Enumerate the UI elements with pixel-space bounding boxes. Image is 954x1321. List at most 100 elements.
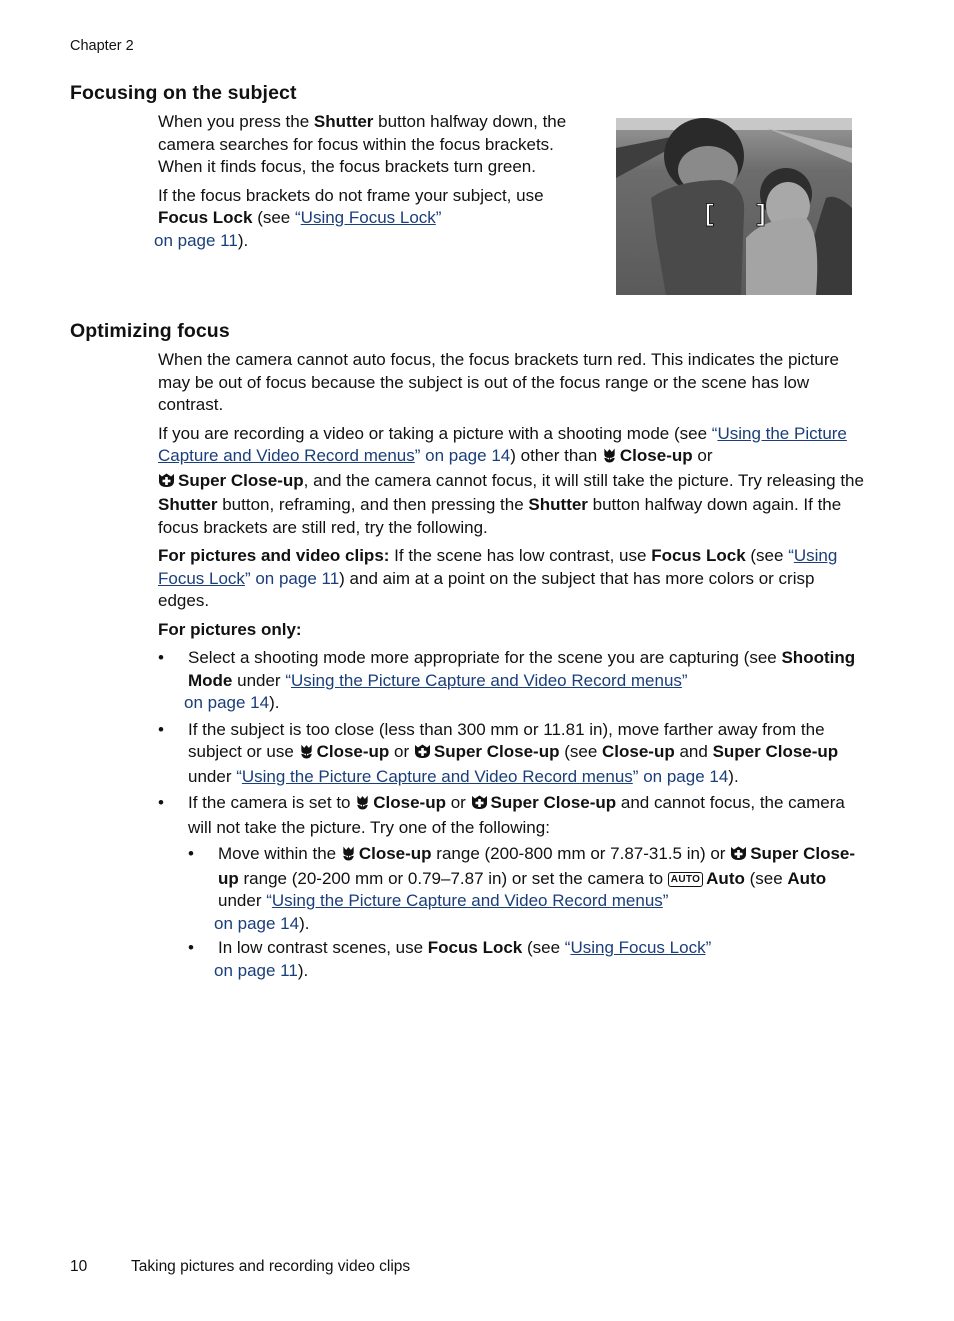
- section-heading-focusing: Focusing on the subject: [70, 82, 297, 104]
- close-up-term: Close-up: [373, 793, 446, 812]
- text: Select a shooting mode more appropriate …: [188, 648, 782, 667]
- focus-bracket-left: [: [702, 202, 716, 229]
- link-page: on page 11: [250, 568, 340, 588]
- paragraph: When the camera cannot auto focus, the f…: [158, 350, 839, 414]
- houses-background: [616, 118, 852, 130]
- quote: ”: [705, 938, 712, 957]
- super-close-up-term: Super Close-up: [490, 793, 617, 812]
- paragraph: For pictures and video clips: If the sce…: [158, 545, 870, 613]
- text: ).: [728, 766, 739, 786]
- super-close-up-term: Super Close-up: [178, 470, 304, 490]
- focus-lock-term: Focus Lock: [651, 546, 746, 565]
- boy-left-shirt: [651, 180, 745, 295]
- text: In low contrast scenes, use: [218, 938, 428, 957]
- text: Move within the: [218, 844, 341, 863]
- text: When you press the: [158, 112, 314, 131]
- boy-right-shirt: [746, 217, 818, 295]
- text: under: [218, 891, 267, 910]
- photo-illustration: [ ]: [616, 118, 852, 295]
- focusing-body: When you press the Shutter button halfwa…: [154, 111, 598, 258]
- label: For pictures only:: [158, 619, 302, 639]
- focus-bracket-right: ]: [754, 202, 768, 229]
- link-picture-capture-menus[interactable]: “Using the Picture Capture and Video Rec…: [236, 767, 728, 786]
- paragraph: If you are recording a video or taking a…: [158, 423, 870, 540]
- shutter-term: Shutter: [313, 112, 374, 131]
- link-picture-capture-menus[interactable]: “Using the Picture Capture and Video Rec…: [214, 891, 669, 933]
- super-close-up-term: Super Close-up: [712, 742, 839, 761]
- super-close-up-icon: [471, 794, 488, 817]
- close-up-flower-icon: [341, 845, 356, 868]
- list-item: In low contrast scenes, use Focus Lock (…: [188, 937, 870, 982]
- close-up-term: Close-up: [602, 742, 675, 761]
- text: , and the camera cannot focus, it will s…: [303, 470, 864, 490]
- close-up-flower-icon: [299, 743, 314, 766]
- auto-mode-icon: AUTO: [667, 871, 704, 887]
- paragraph: When you press the Shutter button halfwa…: [158, 111, 598, 179]
- page-number: 10: [70, 1258, 88, 1275]
- quote: ”: [435, 208, 442, 227]
- text: ) other than: [510, 446, 602, 465]
- link-page: on page 14: [638, 766, 729, 786]
- close-up-flower-icon: [602, 447, 617, 470]
- shutter-term: Shutter: [158, 495, 218, 514]
- super-close-up-icon: [730, 845, 747, 868]
- sub-bullet-list: Move within the Close-up range (200-800 …: [188, 843, 870, 982]
- close-up-term: Close-up: [619, 446, 693, 465]
- run-in-label: For pictures and video clips:: [158, 546, 390, 565]
- link-text: Using Focus Lock: [300, 208, 436, 227]
- footer-title: Taking pictures and recording video clip…: [131, 1258, 411, 1275]
- text: or: [389, 742, 414, 761]
- super-close-up-icon: [414, 743, 431, 766]
- text: (see: [522, 938, 565, 957]
- text: range (20-200 mm or 0.79–7.87 in) or set…: [238, 868, 668, 888]
- text: ).: [297, 960, 309, 980]
- quote: ”: [681, 670, 688, 690]
- text: (see: [252, 208, 295, 227]
- close-up-term: Close-up: [358, 844, 432, 863]
- text: (see: [744, 868, 788, 888]
- link-text: Using Focus Lock: [570, 938, 706, 957]
- auto-term: Auto: [706, 868, 745, 888]
- link-text: Using the Picture Capture and Video Reco…: [271, 891, 663, 910]
- super-close-up-icon: [158, 472, 175, 495]
- link-text: Using the Picture Capture and Video Reco…: [241, 766, 633, 786]
- text: ).: [299, 913, 310, 933]
- subheading-pictures-only: For pictures only:: [158, 619, 870, 642]
- text: If you are recording a video or taking a…: [158, 423, 712, 443]
- list-item: If the camera is set to Close-up or Supe…: [158, 792, 870, 982]
- text: under: [188, 766, 237, 786]
- text: ).: [269, 693, 280, 712]
- text: or: [445, 793, 471, 812]
- text: button, reframing, and then pressing the: [217, 495, 529, 514]
- link-page: on page 14: [214, 913, 300, 933]
- link-text: Using the Picture Capture and Video Reco…: [291, 670, 682, 690]
- text: If the scene has low contrast, use: [389, 546, 652, 565]
- close-up-term: Close-up: [316, 742, 390, 761]
- close-up-flower-icon: [355, 794, 370, 817]
- focus-brackets-photo: [ ]: [616, 118, 852, 295]
- list-item: Select a shooting mode more appropriate …: [158, 647, 870, 715]
- focus-lock-term: Focus Lock: [158, 208, 253, 227]
- chapter-label: Chapter 2: [70, 38, 134, 54]
- text: (see: [745, 546, 789, 565]
- text: ).: [237, 230, 249, 250]
- optimizing-body: When the camera cannot auto focus, the f…: [158, 349, 870, 986]
- text: range (200-800 mm or 7.87-31.5 in) or: [431, 844, 731, 863]
- link-page: on page 11: [154, 230, 238, 250]
- list-item: Move within the Close-up range (200-800 …: [188, 843, 870, 935]
- list-item: If the subject is too close (less than 3…: [158, 719, 870, 789]
- section-heading-optimizing: Optimizing focus: [70, 320, 230, 342]
- focus-lock-term: Focus Lock: [427, 938, 523, 957]
- link-page: on page 14: [420, 446, 511, 465]
- text: If the focus brackets do not frame your …: [158, 185, 544, 205]
- auto-term: Auto: [787, 868, 827, 888]
- text: under: [232, 670, 286, 690]
- paragraph: If the focus brackets do not frame your …: [154, 185, 598, 253]
- text: or: [692, 446, 713, 465]
- bullet-list: Select a shooting mode more appropriate …: [158, 647, 870, 982]
- shutter-term: Shutter: [528, 495, 588, 514]
- quote: ”: [662, 891, 669, 910]
- link-page: on page 11: [214, 960, 298, 980]
- text: If the camera is set to: [188, 793, 356, 812]
- text: (see: [559, 742, 603, 761]
